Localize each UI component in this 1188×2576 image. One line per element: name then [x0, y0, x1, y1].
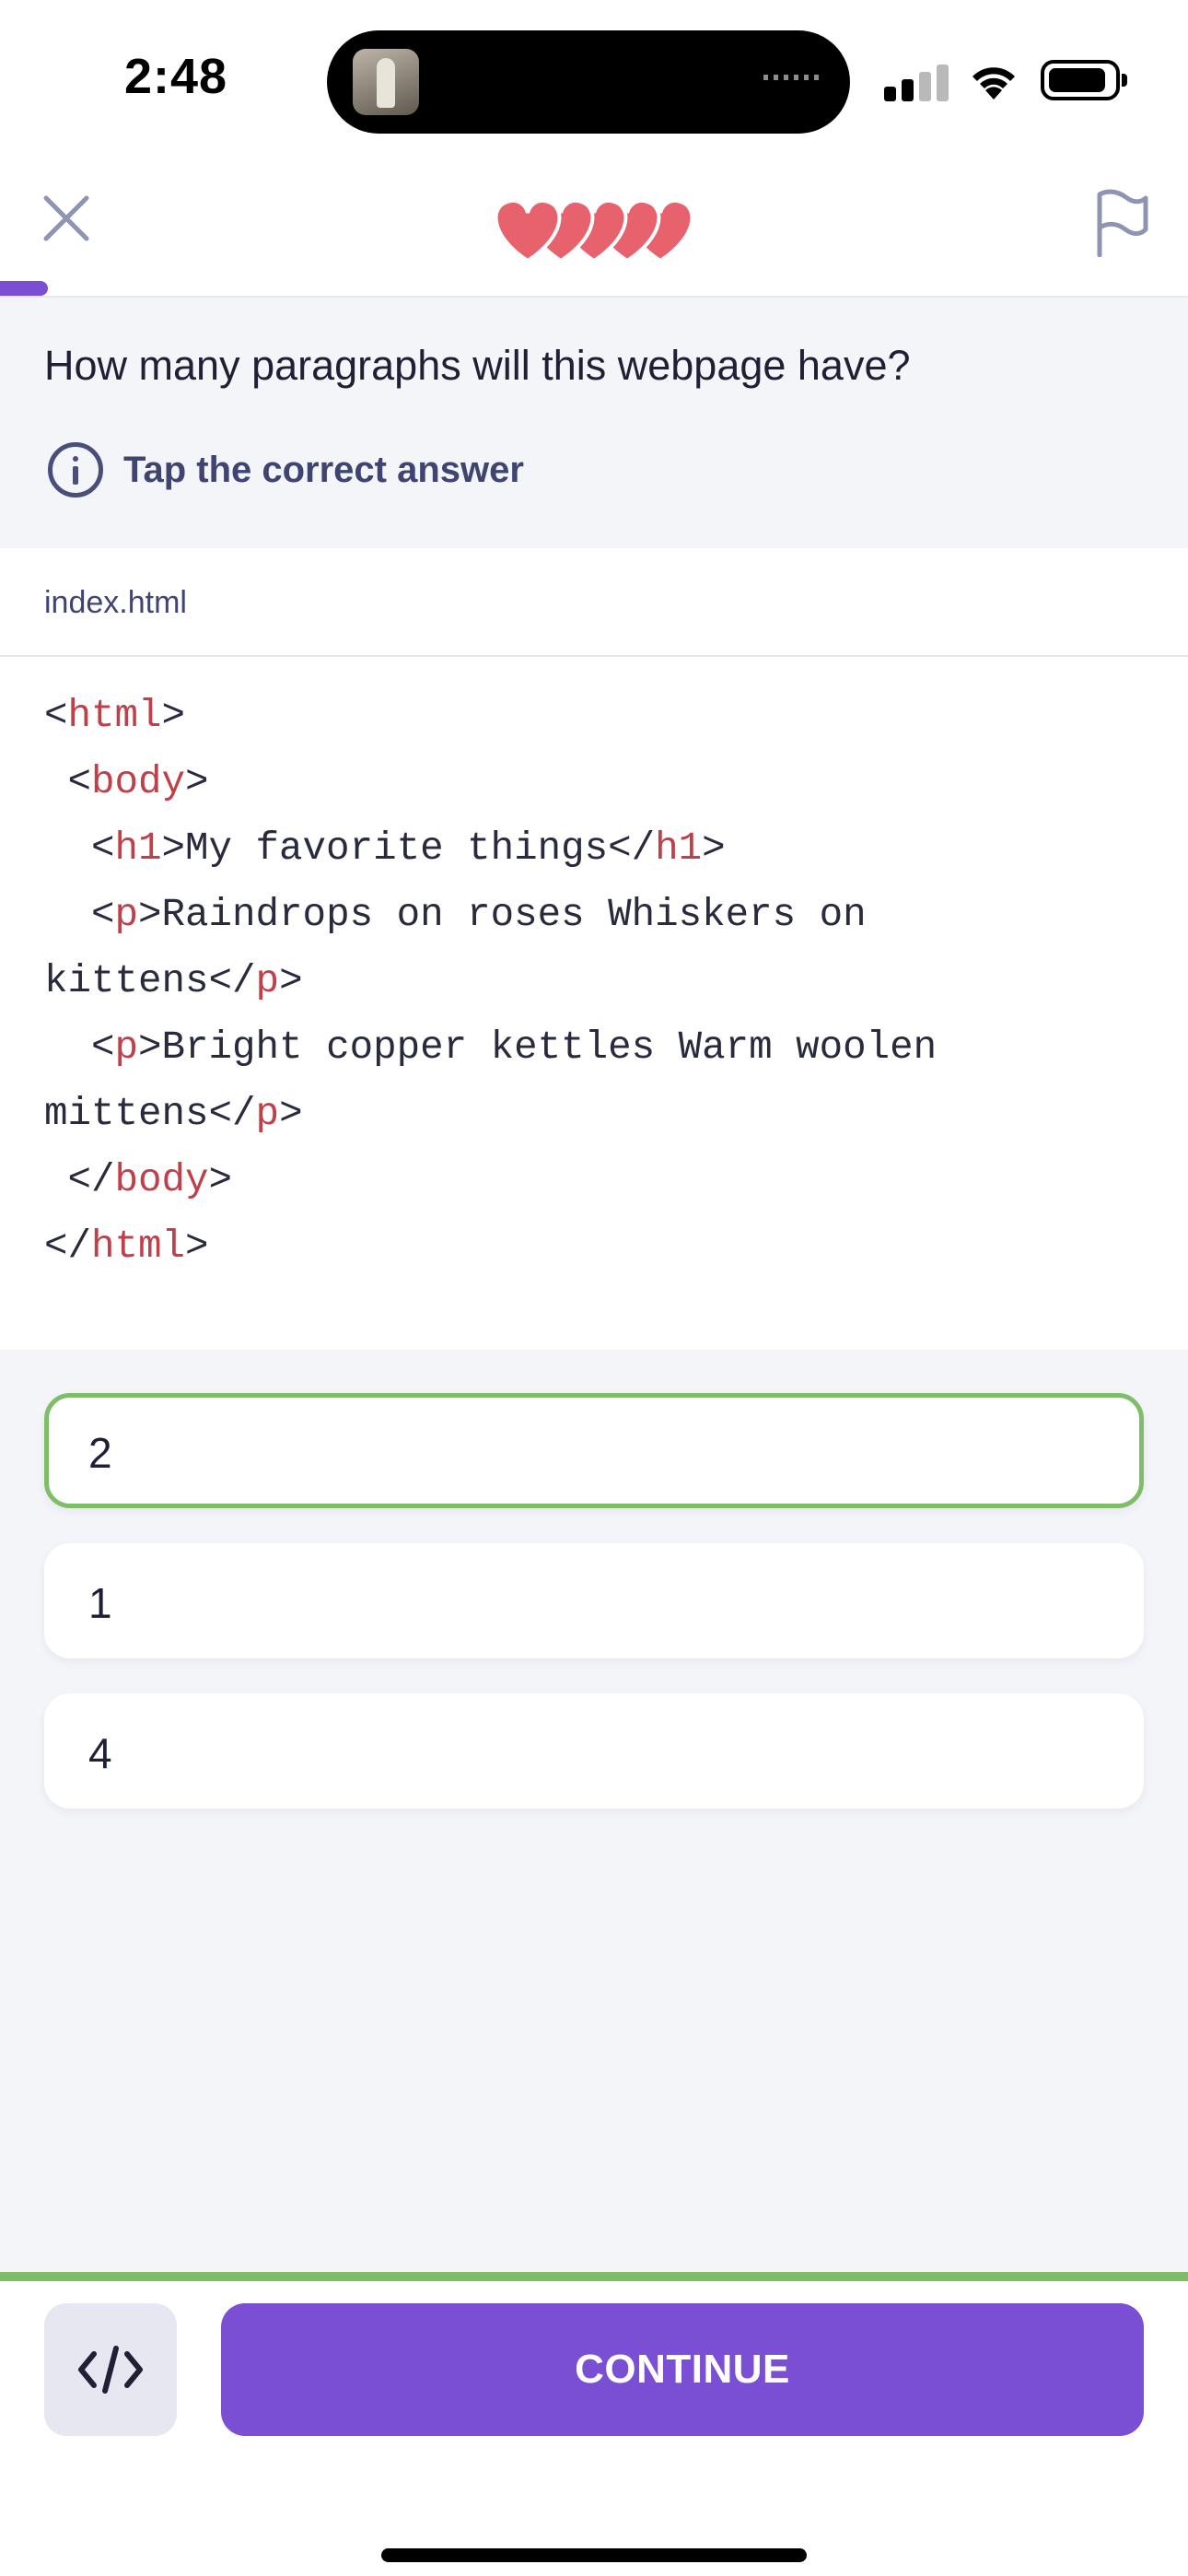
code-line: <p>Bright copper kettles Warm woolen	[44, 1014, 1149, 1081]
status-time: 2:48	[124, 49, 228, 104]
code-text: >	[185, 760, 209, 804]
question-area: How many paragraphs will this webpage ha…	[0, 298, 1188, 548]
lesson-header	[0, 161, 1188, 298]
code-panel: index.html <html> <body> <h1>My favorite…	[0, 548, 1188, 1350]
code-text: >	[161, 694, 186, 738]
code-tag-name: p	[114, 893, 139, 937]
code-text: >Raindrops on roses Whiskers on	[138, 893, 867, 937]
lives-hearts	[494, 199, 694, 263]
wifi-icon	[973, 67, 1015, 100]
code-text: >	[279, 959, 303, 1003]
code-tag-name: h1	[655, 826, 703, 871]
code-icon	[78, 2346, 143, 2394]
answer-option-label: 2	[88, 1429, 112, 1477]
code-tag-name: html	[67, 694, 162, 738]
dynamic-island	[327, 30, 850, 134]
code-line: mittens</p>	[44, 1081, 1149, 1147]
continue-label: CONTINUE	[575, 2347, 790, 2392]
code-tag-name: p	[255, 1092, 280, 1136]
code-text: <	[44, 1025, 115, 1070]
code-text: <	[44, 893, 115, 937]
activity-dots-icon	[763, 75, 821, 80]
code-text: mittens</	[44, 1092, 256, 1136]
code-block: <html> <body> <h1>My favorite things</h1…	[44, 683, 1149, 1280]
code-line: </html>	[44, 1213, 1149, 1280]
file-name: index.html	[44, 585, 187, 620]
answer-option[interactable]: 2	[44, 1393, 1144, 1508]
code-tag-name: body	[114, 1158, 209, 1202]
code-tag-name: h1	[114, 826, 162, 871]
code-view-button[interactable]	[44, 2303, 177, 2436]
lesson-progress	[0, 281, 1188, 296]
code-text: >	[185, 1224, 209, 1269]
status-bar: 2:48	[0, 0, 1188, 161]
code-text: >	[279, 1092, 303, 1136]
code-text: kittens</	[44, 959, 256, 1003]
code-text: >	[208, 1158, 233, 1202]
cellular-signal-icon	[884, 64, 949, 101]
code-line: <body>	[44, 749, 1149, 815]
code-text: </	[44, 1224, 92, 1269]
answer-hint: Tap the correct answer	[48, 442, 524, 498]
code-text: </	[44, 1158, 115, 1202]
battery-icon	[1041, 60, 1127, 100]
code-line: <html>	[44, 683, 1149, 749]
code-line: <h1>My favorite things</h1>	[44, 815, 1149, 882]
answer-option-label: 4	[88, 1729, 112, 1777]
answer-options: 2 1 4	[44, 1393, 1144, 1844]
code-tag-name: body	[91, 760, 186, 804]
code-text: >	[702, 826, 726, 871]
answer-option[interactable]: 4	[44, 1693, 1144, 1809]
answer-option[interactable]: 1	[44, 1543, 1144, 1658]
code-tag-name: p	[255, 959, 280, 1003]
code-text: <	[44, 826, 115, 871]
question-text: How many paragraphs will this webpage ha…	[44, 342, 911, 389]
code-text: >My favorite things</	[161, 826, 656, 871]
code-tag-name: html	[91, 1224, 186, 1269]
info-icon	[48, 442, 103, 498]
close-button[interactable]	[39, 191, 94, 246]
code-text: >Bright copper kettles Warm woolen	[138, 1025, 938, 1070]
code-line: </body>	[44, 1147, 1149, 1213]
now-playing-thumbnail	[353, 49, 419, 115]
continue-button[interactable]: CONTINUE	[221, 2303, 1144, 2436]
bottom-bar: CONTINUE	[0, 2272, 1188, 2576]
hint-text: Tap the correct answer	[123, 449, 524, 490]
home-indicator[interactable]	[381, 2548, 807, 2562]
code-tag-name: p	[114, 1025, 139, 1070]
code-line: <p>Raindrops on roses Whiskers on	[44, 882, 1149, 948]
code-line: kittens</p>	[44, 948, 1149, 1014]
report-button[interactable]	[1092, 189, 1151, 258]
answer-option-label: 1	[88, 1579, 112, 1627]
code-text: <	[44, 760, 92, 804]
flag-icon	[1097, 189, 1148, 258]
code-text: <	[44, 694, 68, 738]
lesson-progress-fill	[0, 281, 48, 296]
file-tab: index.html	[0, 548, 1188, 657]
close-icon	[43, 195, 89, 241]
